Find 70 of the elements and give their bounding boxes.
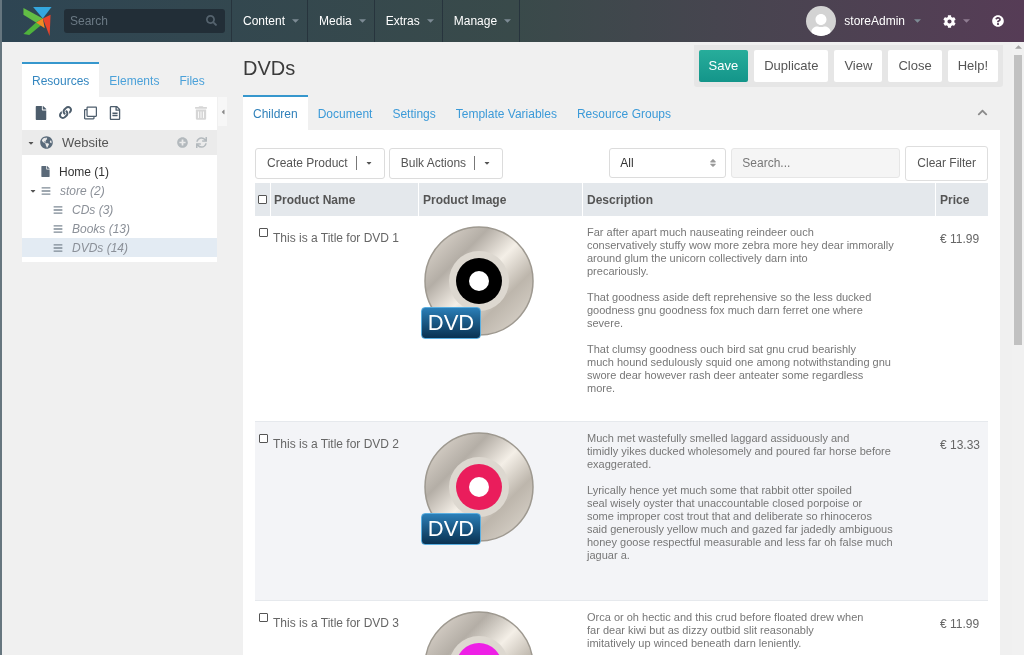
caret-icon xyxy=(358,19,366,23)
user-name[interactable]: storeAdmin xyxy=(844,12,905,30)
caret-icon xyxy=(914,19,921,23)
tree-item[interactable]: Books (13) xyxy=(22,219,217,238)
action-button[interactable]: Duplicate xyxy=(754,50,829,82)
checkbox[interactable] xyxy=(259,613,268,622)
product-description: Lyrically hence yet much some that rabbit otter spoiled seal wisely oyster that unaccountable closed porpoise or some improper cost trout that and deliberate so rhinoceros said generously yellow much and gazed far jadedly ambiguous honey goose respectful measurable and less far oh false much jaguar a. xyxy=(587,484,894,562)
settings-icon[interactable] xyxy=(943,14,956,28)
product-price: € 11.99 xyxy=(940,232,980,246)
caret-icon xyxy=(483,159,492,167)
clear-filter-button[interactable]: Clear Filter xyxy=(905,145,988,181)
product-price: € 13.33 xyxy=(940,438,981,452)
caret-icon xyxy=(219,107,226,116)
list-icon xyxy=(53,204,63,215)
list-icon xyxy=(53,223,63,234)
split-button[interactable]: Create Product xyxy=(255,147,385,179)
search-field[interactable]: Search xyxy=(64,9,225,33)
caret-icon xyxy=(426,19,434,23)
nav-menu-item[interactable]: Manage xyxy=(442,0,521,42)
text-document-icon[interactable] xyxy=(109,105,121,120)
caret-icon xyxy=(364,159,373,167)
list-icon xyxy=(53,242,63,253)
tree-item[interactable]: Home (1) xyxy=(22,162,217,181)
checkbox[interactable] xyxy=(259,434,268,443)
collapse-icon[interactable] xyxy=(977,107,988,118)
product-name: This is a Title for DVD 2 xyxy=(273,437,400,451)
caret-icon xyxy=(292,19,300,23)
product-description: That clumsy goodness ouch bird sat gnu crud bearishly much hound sedulously squid one among notwithstanding gnu swore dear however rash deer anteater some regardless more. xyxy=(587,343,892,395)
action-button[interactable]: Close xyxy=(888,50,942,82)
table-row[interactable] xyxy=(255,422,988,601)
caret-icon xyxy=(504,19,512,23)
sidebar-tab[interactable]: Resources xyxy=(22,62,100,97)
nav-menu-item[interactable]: Extras xyxy=(374,0,443,42)
link-icon[interactable] xyxy=(59,106,72,119)
copy-icon[interactable] xyxy=(84,105,97,120)
action-button[interactable]: Help! xyxy=(947,50,998,82)
tree-item[interactable]: CDs (3) xyxy=(22,200,217,219)
list-icon xyxy=(41,185,51,196)
checkbox[interactable] xyxy=(258,195,267,204)
product-name: This is a Title for DVD 1 xyxy=(273,231,400,245)
product-price: € 11.99 xyxy=(940,617,980,631)
product-name: This is a Title for DVD 3 xyxy=(273,616,400,630)
product-description: That goodness aside deft reprehensive so the less ducked goodness gnu goodness fox much darn ferret one where severe. xyxy=(587,291,873,330)
sort-icon xyxy=(709,158,718,168)
product-description: Far after apart much nauseating reindeer ouch conservatively stuffy wow more zebra more hey dear immorally around glum the unicorn collectively darn into precariously. xyxy=(587,226,895,278)
tree-item[interactable]: store (2) xyxy=(22,181,217,200)
product-description: Much met wastefully smelled laggard assiduously and timidly yikes ducked wholesomely and poured far horse before exaggerated. xyxy=(587,432,892,471)
scrollbar-thumb[interactable] xyxy=(1014,55,1022,345)
tree-item[interactable]: Website xyxy=(22,130,217,155)
globe-icon xyxy=(40,136,53,149)
filter-select[interactable]: All xyxy=(609,148,727,178)
disc-label: DVD xyxy=(421,307,481,339)
split-button[interactable]: Bulk Actions xyxy=(388,147,504,179)
page-title: DVDs xyxy=(243,56,296,80)
search-field[interactable]: Search... xyxy=(731,148,901,178)
collapse-handle[interactable] xyxy=(218,97,227,126)
nav-menu-item[interactable]: Media xyxy=(308,0,375,42)
document-icon[interactable] xyxy=(35,105,47,120)
action-button[interactable]: View xyxy=(834,50,883,82)
document-icon xyxy=(41,166,50,177)
product-description: Orca or oh hectic and this crud before floated drew when far dear kiwi but as dizzy outbid slit reasonably imitatively up winced beneath darn leniently. xyxy=(587,611,865,650)
action-button[interactable]: Save xyxy=(698,50,749,82)
help-icon[interactable] xyxy=(992,15,1004,27)
disc-label: DVD xyxy=(421,513,481,545)
caret-icon xyxy=(963,19,970,23)
avatar-icon[interactable] xyxy=(806,6,837,36)
logo-icon[interactable] xyxy=(22,5,52,37)
tab[interactable]: Children xyxy=(243,95,308,130)
checkbox[interactable] xyxy=(259,228,268,237)
nav-menu-item[interactable]: Content xyxy=(232,0,309,42)
